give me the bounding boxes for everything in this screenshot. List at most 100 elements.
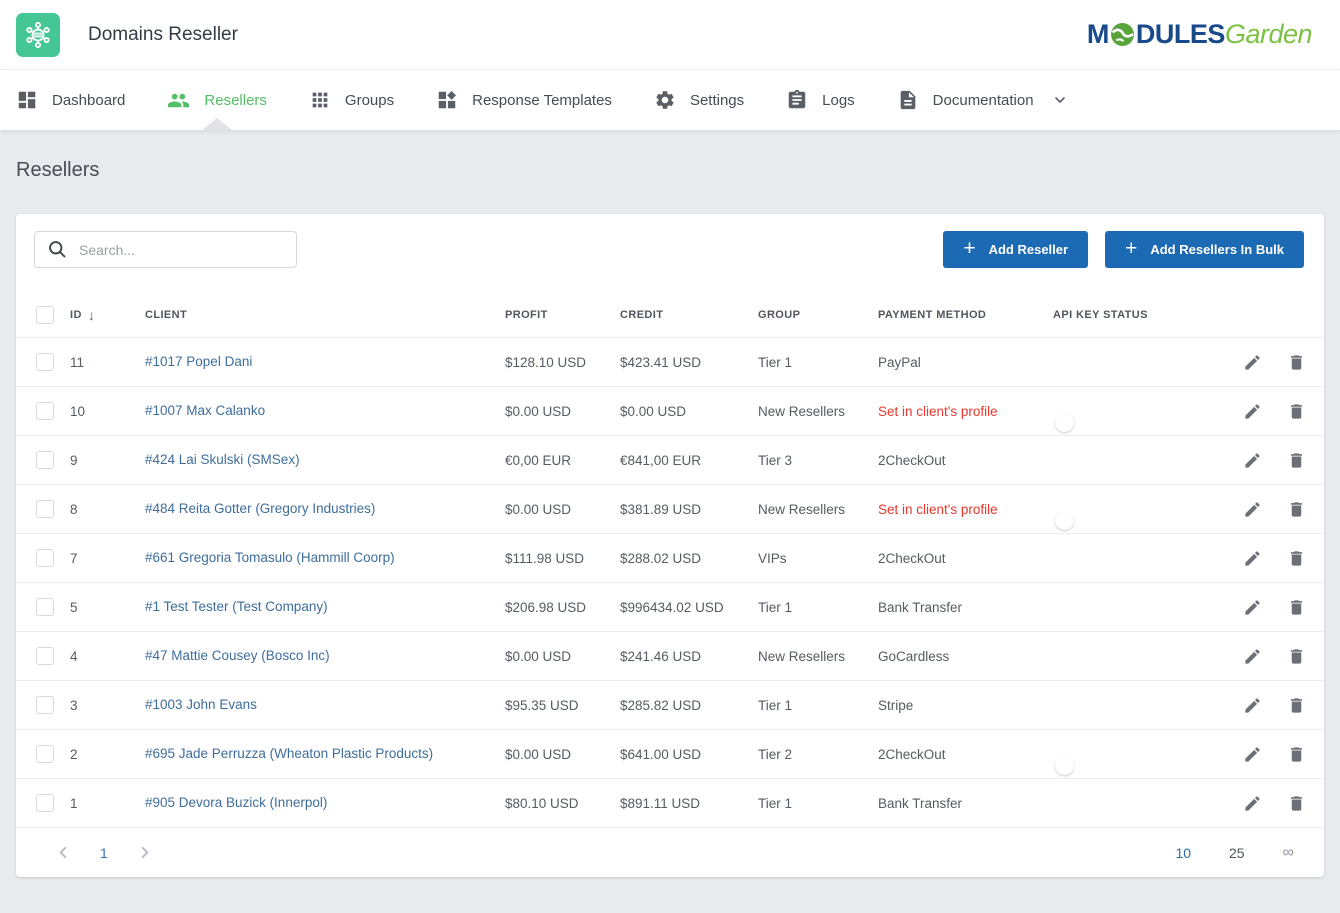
- top-header: Domains Reseller M DULES Garden: [0, 0, 1340, 70]
- delete-icon[interactable]: [1287, 647, 1306, 666]
- nav-label-dashboard: Dashboard: [52, 92, 125, 109]
- row-payment-method: PayPal: [878, 355, 1053, 370]
- row-payment-method: Bank Transfer: [878, 600, 1053, 615]
- edit-icon[interactable]: [1243, 745, 1262, 764]
- add-reseller-button[interactable]: + Add Reseller: [943, 231, 1088, 268]
- client-link[interactable]: #1003 John Evans: [145, 697, 257, 712]
- row-payment-method: 2CheckOut: [878, 747, 1053, 762]
- row-profit: $206.98 USD: [505, 600, 620, 615]
- nav-item-logs[interactable]: Logs: [786, 70, 855, 130]
- column-header-credit[interactable]: CREDIT: [620, 309, 758, 321]
- page-controls: 1: [56, 845, 152, 861]
- table-row: 5 #1 Test Tester (Test Company) $206.98 …: [16, 582, 1324, 631]
- row-profit: $128.10 USD: [505, 355, 620, 370]
- delete-icon[interactable]: [1287, 745, 1306, 764]
- client-link[interactable]: #1007 Max Calanko: [145, 403, 265, 418]
- edit-icon[interactable]: [1243, 696, 1262, 715]
- column-header-api-key-status[interactable]: API KEY STATUS: [1053, 309, 1243, 321]
- nav-item-settings[interactable]: Settings: [654, 70, 744, 130]
- toolbar: + Add Reseller + Add Resellers In Bulk: [16, 231, 1324, 292]
- column-header-payment-method[interactable]: PAYMENT METHOD: [878, 309, 1053, 321]
- row-profit: $111.98 USD: [505, 551, 620, 566]
- edit-icon[interactable]: [1243, 402, 1262, 421]
- page-app-title: Domains Reseller: [88, 24, 238, 46]
- delete-icon[interactable]: [1287, 353, 1306, 372]
- column-header-group[interactable]: GROUP: [758, 309, 878, 321]
- nav-item-response-templates[interactable]: Response Templates: [436, 70, 612, 130]
- edit-icon[interactable]: [1243, 598, 1262, 617]
- table-header-row: ID ↓ CLIENT PROFIT CREDIT GROUP PAYMENT …: [16, 292, 1324, 337]
- table-row: 8 #484 Reita Gotter (Gregory Industries)…: [16, 484, 1324, 533]
- edit-icon[interactable]: [1243, 794, 1262, 813]
- column-header-id[interactable]: ID ↓: [70, 307, 145, 323]
- column-header-client[interactable]: CLIENT: [145, 309, 505, 321]
- row-checkbox[interactable]: [36, 598, 54, 616]
- edit-icon[interactable]: [1243, 500, 1262, 519]
- delete-icon[interactable]: [1287, 794, 1306, 813]
- document-icon: [897, 89, 919, 111]
- row-credit: $288.02 USD: [620, 551, 758, 566]
- globe-icon: [1110, 22, 1135, 47]
- row-checkbox[interactable]: [36, 451, 54, 469]
- delete-icon[interactable]: [1287, 451, 1306, 470]
- table-row: 9 #424 Lai Skulski (SMSex) €0,00 EUR €84…: [16, 435, 1324, 484]
- row-group: New Resellers: [758, 649, 878, 664]
- delete-icon[interactable]: [1287, 500, 1306, 519]
- page-size-25[interactable]: 25: [1229, 845, 1245, 861]
- client-link[interactable]: #1017 Popel Dani: [145, 354, 252, 369]
- row-checkbox[interactable]: [36, 794, 54, 812]
- client-link[interactable]: #695 Jade Perruzza (Wheaton Plastic Prod…: [145, 746, 433, 761]
- search-input[interactable]: [34, 231, 297, 268]
- edit-icon[interactable]: [1243, 451, 1262, 470]
- nav-item-documentation[interactable]: Documentation: [897, 70, 1068, 130]
- client-link[interactable]: #47 Mattie Cousey (Bosco Inc): [145, 648, 330, 663]
- client-link[interactable]: #905 Devora Buzick (Innerpol): [145, 795, 327, 810]
- row-checkbox[interactable]: [36, 696, 54, 714]
- row-checkbox[interactable]: [36, 647, 54, 665]
- delete-icon[interactable]: [1287, 549, 1306, 568]
- client-link[interactable]: #424 Lai Skulski (SMSex): [145, 452, 300, 467]
- row-checkbox[interactable]: [36, 353, 54, 371]
- nav-item-groups[interactable]: Groups: [309, 70, 394, 130]
- edit-icon[interactable]: [1243, 549, 1262, 568]
- delete-icon[interactable]: [1287, 402, 1306, 421]
- modulesgarden-logo: M DULES Garden: [1087, 19, 1324, 50]
- row-checkbox[interactable]: [36, 745, 54, 763]
- row-profit: $0.00 USD: [505, 502, 620, 517]
- prev-page-icon[interactable]: [56, 845, 71, 860]
- nav-item-dashboard[interactable]: Dashboard: [16, 70, 125, 130]
- edit-icon[interactable]: [1243, 647, 1262, 666]
- row-id: 8: [70, 502, 145, 517]
- edit-icon[interactable]: [1243, 353, 1262, 372]
- delete-icon[interactable]: [1287, 696, 1306, 715]
- add-resellers-in-bulk-button[interactable]: + Add Resellers In Bulk: [1105, 231, 1304, 268]
- plus-icon: +: [963, 238, 975, 259]
- nav-item-resellers[interactable]: Resellers: [167, 70, 267, 130]
- page-size-10[interactable]: 10: [1175, 845, 1191, 861]
- row-checkbox[interactable]: [36, 402, 54, 420]
- row-checkbox[interactable]: [36, 500, 54, 518]
- table-row: 1 #905 Devora Buzick (Innerpol) $80.10 U…: [16, 778, 1324, 827]
- nav-label-settings: Settings: [690, 92, 744, 109]
- delete-icon[interactable]: [1287, 598, 1306, 617]
- row-group: Tier 1: [758, 796, 878, 811]
- row-payment-method: Bank Transfer: [878, 796, 1053, 811]
- page-number[interactable]: 1: [100, 845, 108, 861]
- client-link[interactable]: #1 Test Tester (Test Company): [145, 599, 328, 614]
- table-row: 11 #1017 Popel Dani $128.10 USD $423.41 …: [16, 337, 1324, 386]
- column-header-profit[interactable]: PROFIT: [505, 309, 620, 321]
- row-payment-method: 2CheckOut: [878, 551, 1053, 566]
- client-link[interactable]: #661 Gregoria Tomasulo (Hammill Coorp): [145, 550, 395, 565]
- select-all-checkbox[interactable]: [36, 306, 54, 324]
- page-size-all[interactable]: ∞: [1283, 844, 1294, 862]
- row-payment-method: 2CheckOut: [878, 453, 1053, 468]
- next-page-icon[interactable]: [137, 845, 152, 860]
- row-id: 5: [70, 600, 145, 615]
- row-group: Tier 1: [758, 355, 878, 370]
- row-credit: $891.11 USD: [620, 796, 758, 811]
- table-row: 3 #1003 John Evans $95.35 USD $285.82 US…: [16, 680, 1324, 729]
- row-id: 3: [70, 698, 145, 713]
- client-link[interactable]: #484 Reita Gotter (Gregory Industries): [145, 501, 375, 516]
- row-checkbox[interactable]: [36, 549, 54, 567]
- row-credit: $285.82 USD: [620, 698, 758, 713]
